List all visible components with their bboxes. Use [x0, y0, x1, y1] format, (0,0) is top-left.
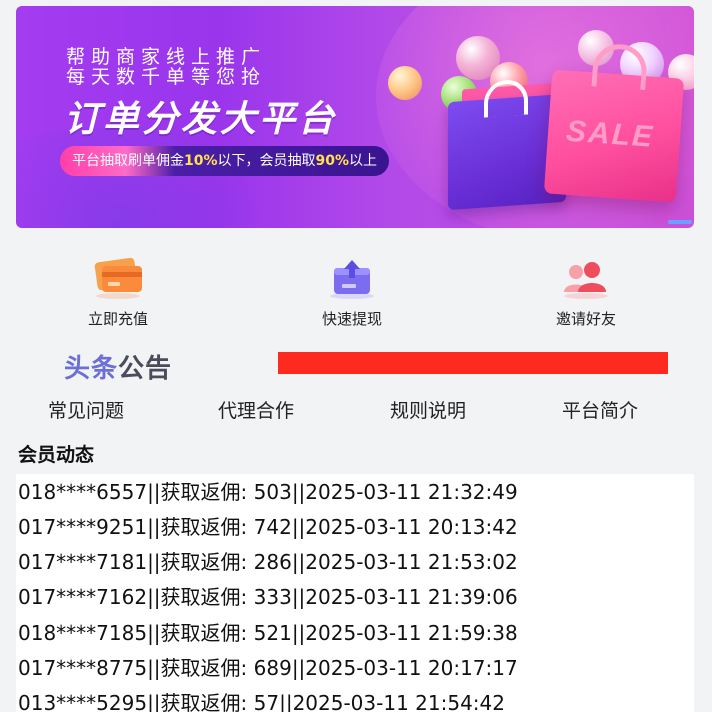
- credit-card-icon: [94, 257, 142, 299]
- withdraw-button[interactable]: 快速提现: [272, 252, 432, 332]
- pill-suffix: 以上: [349, 153, 378, 169]
- banner-title: 订单分发大平台: [64, 99, 338, 140]
- list-item: 017****7181||获取返佣: 286||2025-03-11 21:53…: [18, 550, 518, 574]
- list-item: 017****7162||获取返佣: 333||2025-03-11 21:39…: [18, 585, 518, 609]
- platform-intro-link[interactable]: 平台简介: [562, 396, 638, 423]
- balloon-icon: [388, 66, 422, 100]
- invite-friends-icon: [564, 262, 608, 299]
- agent-cooperation-link[interactable]: 代理合作: [218, 396, 294, 423]
- pill-rate-member: 90%: [315, 153, 350, 169]
- list-item: 017****9251||获取返佣: 742||2025-03-11 20:13…: [18, 515, 518, 539]
- pill-mid: 以下，会员抽取: [217, 153, 316, 169]
- sale-bag-icon: SALE: [543, 42, 685, 203]
- faq-link[interactable]: 常见问题: [48, 396, 124, 423]
- withdraw-upload-icon: [330, 260, 374, 299]
- rules-link[interactable]: 规则说明: [390, 396, 466, 423]
- invite-friends-label: 邀请好友: [555, 310, 616, 328]
- sale-text: SALE: [565, 114, 656, 154]
- withdraw-label: 快速提现: [321, 310, 382, 328]
- list-item: 018****6557||获取返佣: 503||2025-03-11 21:32…: [18, 480, 518, 504]
- commission-pill: 平台抽取刷单佣金10%以下，会员抽取90%以上: [60, 146, 390, 176]
- invite-friends-button[interactable]: 邀请好友: [506, 252, 666, 332]
- pill-prefix: 平台抽取刷单佣金: [72, 153, 184, 169]
- carousel-indicator[interactable]: [668, 220, 692, 224]
- promo-banner[interactable]: SALE 帮助商家线上推广 每天数千单等您抢 订单分发大平台 平台抽取刷单佣金1…: [16, 6, 694, 228]
- notice-logo-part2: 公告: [118, 354, 173, 384]
- member-activity-list: 018****6557||获取返佣: 503||2025-03-11 21:32…: [16, 474, 694, 712]
- notice-logo-part1: 头条: [64, 354, 119, 384]
- recharge-button[interactable]: 立即充值: [38, 252, 198, 332]
- recharge-label: 立即充值: [87, 310, 148, 328]
- list-item: 018****7185||获取返佣: 521||2025-03-11 21:59…: [18, 621, 518, 645]
- banner-slogan-line2: 每天数千单等您抢: [66, 66, 267, 88]
- list-item: 017****8775||获取返佣: 689||2025-03-11 20:17…: [18, 656, 518, 680]
- pill-rate-platform: 10%: [184, 153, 218, 169]
- notice-marquee[interactable]: [278, 352, 668, 374]
- member-activity-title: 会员动态: [18, 444, 95, 466]
- headline-notice-logo: 头条公告: [64, 348, 172, 385]
- list-item: 013****5295||获取返佣: 57||2025-03-11 21:54:…: [18, 691, 505, 712]
